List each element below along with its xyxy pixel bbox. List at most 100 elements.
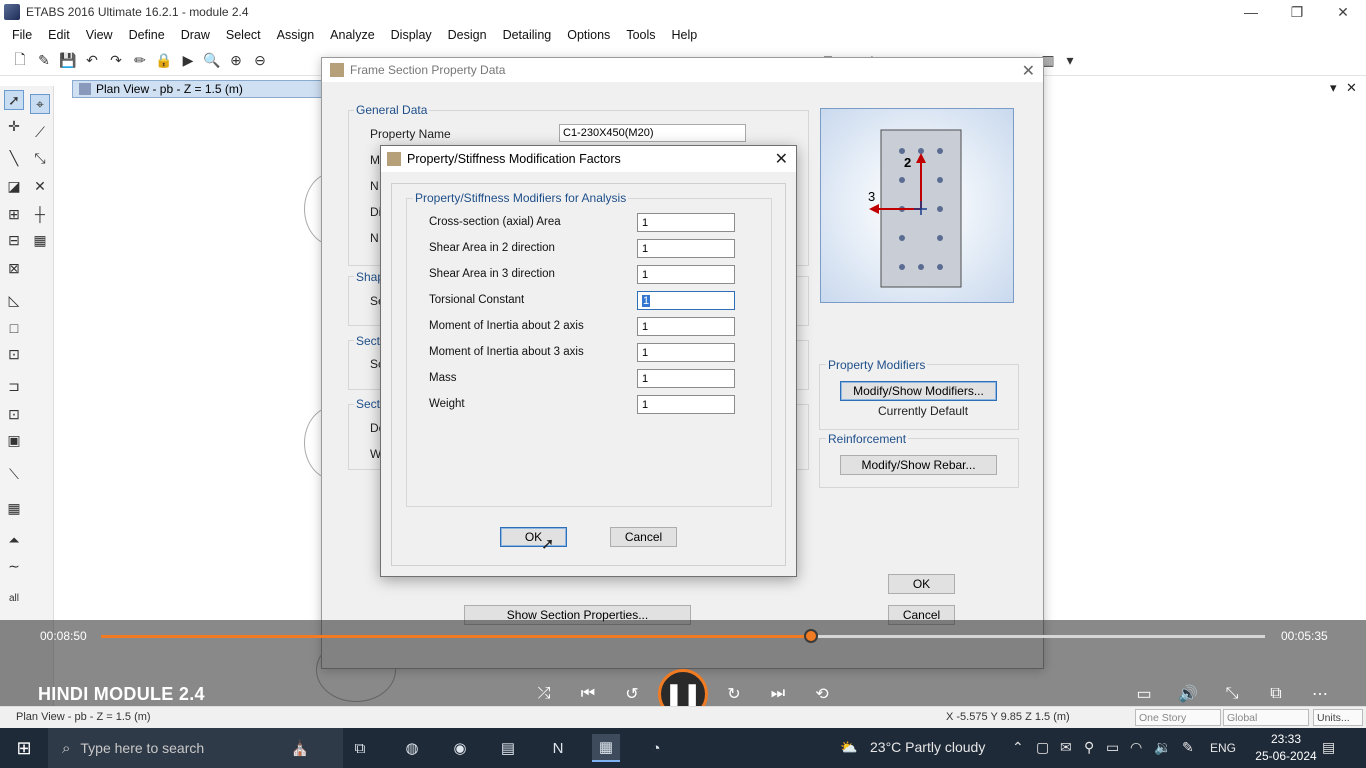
menu-design[interactable]: Design <box>440 28 495 42</box>
menu-view[interactable]: View <box>78 28 121 42</box>
forward-30-icon[interactable]: ↻ <box>722 684 746 704</box>
menu-detailing[interactable]: Detailing <box>495 28 560 42</box>
draw-curve-icon[interactable]: ∼ <box>4 556 24 576</box>
mass-input[interactable]: 1 <box>637 369 735 388</box>
captions-icon[interactable]: ▭ <box>1132 684 1156 704</box>
pencil-icon[interactable]: ✏ <box>130 51 150 71</box>
frame-ok-button[interactable]: OK <box>888 574 955 594</box>
draw-pier-icon[interactable]: ⊡ <box>4 404 24 424</box>
draw-wall-stack-icon[interactable]: ⊐ <box>4 376 24 396</box>
tab-plan-view[interactable]: Plan View - pb - Z = 1.5 (m) <box>72 80 322 98</box>
file-explorer-icon[interactable]: ▤ <box>494 734 522 762</box>
tab-close-button[interactable]: ✕ <box>1346 80 1357 96</box>
previous-icon[interactable]: ⏮ <box>576 684 600 704</box>
weather-icon[interactable]: ⛅ <box>840 739 857 756</box>
media-player-taskbar-icon[interactable]: ◔ <box>642 734 670 762</box>
menu-assign[interactable]: Assign <box>269 28 323 42</box>
joint-icon[interactable]: ✛ <box>4 116 24 136</box>
repeat-off-icon[interactable]: ⟲ <box>810 684 834 704</box>
etabs-taskbar-icon[interactable]: ▦ <box>592 734 620 762</box>
wifi-icon[interactable]: ◠ <box>1130 739 1142 756</box>
zoom-out-icon[interactable]: ⊖ <box>250 51 270 71</box>
snap-options-icon[interactable]: ⌖ <box>30 94 50 114</box>
shuffle-icon[interactable]: ⤮ <box>532 684 556 704</box>
draw-wall-icon[interactable]: ⊠ <box>4 258 24 278</box>
draw-grid-icon[interactable]: ▦ <box>4 498 24 518</box>
run-analysis-icon[interactable]: ▶ <box>178 51 198 71</box>
windows-start-icon[interactable]: ⊞ <box>0 728 48 768</box>
dropdown-arrow-icon[interactable]: ▾ <box>1062 51 1078 71</box>
shear-area-3-input[interactable]: 1 <box>637 265 735 284</box>
seek-handle[interactable] <box>804 629 819 643</box>
undo-icon[interactable]: ↶ <box>82 51 102 71</box>
volume-icon[interactable]: 🔊 <box>1176 684 1200 704</box>
onenote-icon[interactable]: N <box>544 734 572 762</box>
battery-icon[interactable]: ▭ <box>1106 739 1119 756</box>
property-name-input[interactable]: C1-230X450(M20) <box>559 124 746 142</box>
menu-edit[interactable]: Edit <box>40 28 78 42</box>
menu-draw[interactable]: Draw <box>173 28 218 42</box>
modify-show-modifiers-button[interactable]: Modify/Show Modifiers... <box>840 381 997 401</box>
menu-help[interactable]: Help <box>664 28 706 42</box>
zoom-window-icon[interactable]: 🔍 <box>202 51 222 71</box>
draw-spandrel-icon[interactable]: ▣ <box>4 430 24 450</box>
weather-text[interactable]: 23°C Partly cloudy <box>870 739 985 755</box>
more-options-icon[interactable]: ⋯ <box>1308 684 1332 704</box>
close-icon[interactable]: ✕ <box>1022 61 1035 81</box>
story-selector[interactable]: One Story <box>1135 709 1221 726</box>
menu-analyze[interactable]: Analyze <box>322 28 382 42</box>
menu-define[interactable]: Define <box>121 28 173 42</box>
axial-area-input[interactable]: 1 <box>637 213 735 232</box>
microphone-icon[interactable]: ⚲ <box>1084 739 1094 756</box>
draw-line-icon[interactable]: ╲ <box>4 148 24 168</box>
draw-secondary-beam-icon[interactable]: ┼ <box>30 204 50 224</box>
whatsapp-icon[interactable]: ◍ <box>398 734 426 762</box>
browser-icon[interactable]: ◉ <box>446 734 474 762</box>
pen-icon[interactable]: ✎ <box>1182 739 1194 756</box>
weight-input[interactable]: 1 <box>637 395 735 414</box>
draw-dimension-icon[interactable]: ⟍ <box>4 464 24 484</box>
tab-list-dropdown[interactable]: ▾ <box>1330 80 1337 96</box>
modal-close-icon[interactable]: ✕ <box>775 149 788 169</box>
inertia-2-input[interactable]: 1 <box>637 317 735 336</box>
modify-show-rebar-button[interactable]: Modify/Show Rebar... <box>840 455 997 475</box>
redo-icon[interactable]: ↷ <box>106 51 126 71</box>
rewind-10-icon[interactable]: ↺ <box>620 684 644 704</box>
torsional-constant-input[interactable]: 1 <box>637 291 735 310</box>
modal-ok-button[interactable]: OK <box>500 527 567 547</box>
zoom-in-icon[interactable]: ⊕ <box>226 51 246 71</box>
save-icon[interactable]: 💾 <box>58 51 78 71</box>
select-all-icon[interactable]: all <box>4 588 24 608</box>
menu-tools[interactable]: Tools <box>618 28 663 42</box>
restore-button[interactable]: ❐ <box>1274 0 1320 24</box>
open-file-icon[interactable]: ✎ <box>34 51 54 71</box>
speaker-icon[interactable]: 🔉 <box>1154 739 1171 756</box>
grid-pattern-icon[interactable]: ▦ <box>30 230 50 250</box>
inertia-3-input[interactable]: 1 <box>637 343 735 362</box>
task-view-icon[interactable]: ⧉ <box>346 734 374 762</box>
lock-icon[interactable]: 🔒 <box>154 51 174 71</box>
link-icon[interactable]: ⟋ <box>30 122 50 142</box>
draw-tendon-icon[interactable]: ⏶ <box>4 530 24 550</box>
draw-floor-icon[interactable]: ◺ <box>4 290 24 310</box>
minimize-button[interactable]: — <box>1228 0 1274 24</box>
draw-column-icon[interactable]: ⊞ <box>4 204 24 224</box>
meet-now-icon[interactable]: ✉ <box>1060 739 1072 756</box>
cortana-landmark-icon[interactable]: ⛪ <box>282 734 318 762</box>
camera-icon[interactable]: ▢ <box>1036 739 1049 756</box>
quick-draw-icon[interactable]: ⊟ <box>4 230 24 250</box>
language-indicator[interactable]: ENG <box>1210 741 1236 755</box>
draw-cross-brace-icon[interactable]: ✕ <box>30 176 50 196</box>
draw-beam-icon[interactable]: ◪ <box>4 176 24 196</box>
seek-bar[interactable] <box>101 629 1265 643</box>
draw-rectangle-icon[interactable]: □ <box>4 318 24 338</box>
modal-cancel-button[interactable]: Cancel <box>610 527 677 547</box>
menu-display[interactable]: Display <box>383 28 440 42</box>
show-hidden-icons-icon[interactable]: ⌃ <box>1012 739 1024 756</box>
notifications-icon[interactable]: ▤ <box>1322 739 1335 756</box>
mini-player-icon[interactable]: ⧉ <box>1264 684 1288 704</box>
units-button[interactable]: Units... <box>1313 709 1363 726</box>
draw-opening-icon[interactable]: ⊡ <box>4 344 24 364</box>
draw-brace-icon[interactable]: ⤡ <box>30 148 50 168</box>
exit-fullscreen-icon[interactable]: ⤡ <box>1220 684 1244 704</box>
